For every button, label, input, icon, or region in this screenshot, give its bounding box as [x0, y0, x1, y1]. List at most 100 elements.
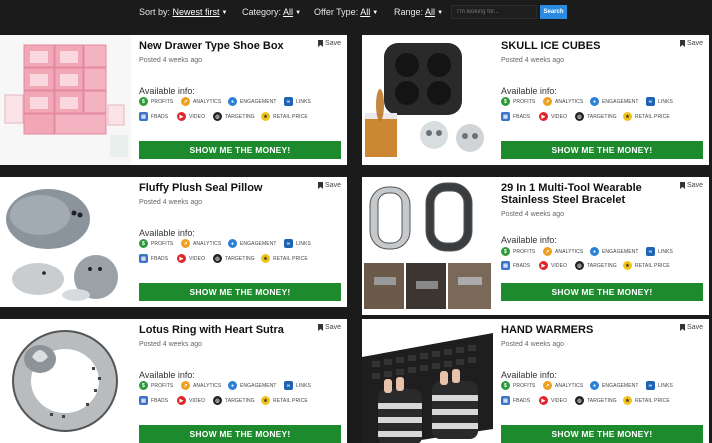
product-title[interactable]: New Drawer Type Shoe Box [139, 40, 309, 52]
fbads-item: ▤ FBADS [501, 112, 530, 121]
video-label: VIDEO [189, 397, 206, 404]
play-icon: ▶ [177, 254, 186, 263]
play-icon: ▶ [177, 112, 186, 121]
links-item: ∞ LINKS [284, 381, 311, 390]
ads-chart-icon: ▤ [139, 254, 148, 263]
save-button[interactable]: Save [680, 40, 703, 47]
profits-item: $ PROFITS [139, 381, 173, 390]
bookmark-icon [318, 40, 324, 47]
filter-bar: Sort by: Newest first ▼ Category: All ▼ Of… [0, 0, 712, 26]
product-image[interactable] [0, 319, 131, 443]
save-label: Save [325, 182, 341, 189]
info-row-2: ▤ FBADS ▶ VIDEO ◎ TARGETING ★ RETAIL PRICE [501, 112, 706, 122]
fbads-item: ▤ FBADS [139, 112, 168, 121]
category-filter[interactable]: Category: All ▼ [242, 7, 301, 17]
available-info-label: Available info: [139, 86, 195, 96]
targeting-item: ◎ TARGETING [213, 396, 255, 405]
fbads-label: FBADS [151, 397, 169, 404]
link-icon: ∞ [646, 381, 655, 390]
save-button[interactable]: Save [318, 40, 341, 47]
sort-value[interactable]: Newest first [173, 7, 220, 17]
product-title[interactable]: SKULL ICE CUBES [501, 40, 671, 52]
product-title[interactable]: Fluffy Plush Seal Pillow [139, 182, 309, 194]
posted-date: Posted 4 weeks ago [139, 199, 203, 206]
video-label: VIDEO [189, 113, 206, 120]
offer-type-label: Offer Type: [314, 7, 359, 17]
save-button[interactable]: Save [318, 324, 341, 331]
search-button[interactable]: Search [540, 5, 567, 19]
product-image[interactable] [0, 35, 131, 165]
search-input[interactable] [451, 5, 537, 19]
show-me-the-money-button[interactable]: SHOW ME THE MONEY! [501, 283, 703, 301]
show-me-the-money-button[interactable]: SHOW ME THE MONEY! [501, 425, 703, 443]
chart-icon: ↗ [543, 381, 552, 390]
targeting-label: TARGETING [225, 255, 255, 262]
dollar-icon: $ [501, 97, 510, 106]
target-icon: ◎ [575, 396, 584, 405]
info-row-1: $ PROFITS ↗ ANALYTICS ● ENGAGEMENT ∞ LINKS [139, 97, 344, 107]
product-card: HAND WARMERS Save Posted 4 weeks ago Ava… [362, 319, 709, 443]
links-item: ∞ LINKS [646, 381, 673, 390]
links-item: ∞ LINKS [284, 97, 311, 106]
bookmark-icon [318, 182, 324, 189]
analytics-item: ↗ ANALYTICS [543, 247, 583, 256]
save-button[interactable]: Save [318, 182, 341, 189]
play-icon: ▶ [177, 396, 186, 405]
available-info-label: Available info: [501, 86, 557, 96]
analytics-label: ANALYTICS [555, 248, 584, 255]
save-button[interactable]: Save [680, 182, 703, 189]
target-icon: ◎ [575, 112, 584, 121]
offer-type-caret-icon[interactable]: ▼ [372, 10, 378, 16]
show-me-the-money-button[interactable]: SHOW ME THE MONEY! [139, 283, 341, 301]
profits-item: $ PROFITS [139, 239, 173, 248]
product-card: Fluffy Plush Seal Pillow Save Posted 4 w… [0, 177, 347, 307]
category-label: Category: [242, 7, 282, 17]
bookmark-icon [680, 182, 686, 189]
sort-filter[interactable]: Sort by: Newest first ▼ [139, 7, 228, 17]
retail-price-item: ★ RETAIL PRICE [261, 112, 308, 121]
range-caret-icon[interactable]: ▼ [437, 10, 443, 16]
targeting-item: ◎ TARGETING [213, 254, 255, 263]
ads-chart-icon: ▤ [139, 396, 148, 405]
link-icon: ∞ [646, 247, 655, 256]
chart-icon: ↗ [181, 97, 190, 106]
product-image[interactable] [362, 177, 493, 315]
range-filter[interactable]: Range: All ▼ [394, 7, 443, 17]
product-title[interactable]: HAND WARMERS [501, 324, 671, 336]
posted-date: Posted 4 weeks ago [139, 57, 203, 64]
analytics-item: ↗ ANALYTICS [543, 97, 583, 106]
target-icon: ◎ [213, 396, 222, 405]
product-image[interactable] [362, 35, 493, 165]
info-row-1: $ PROFITS ↗ ANALYTICS ● ENGAGEMENT ∞ LINKS [139, 239, 344, 249]
available-info-label: Available info: [501, 235, 557, 245]
product-image[interactable] [0, 177, 131, 307]
ads-chart-icon: ▤ [139, 112, 148, 121]
save-button[interactable]: Save [680, 324, 703, 331]
link-icon: ∞ [646, 97, 655, 106]
category-caret-icon[interactable]: ▼ [295, 10, 301, 16]
fbads-label: FBADS [151, 113, 169, 120]
profits-item: $ PROFITS [139, 97, 173, 106]
link-icon: ∞ [284, 381, 293, 390]
links-item: ∞ LINKS [646, 247, 673, 256]
sort-caret-icon[interactable]: ▼ [222, 10, 228, 16]
drop-icon: ● [228, 239, 237, 248]
dollar-icon: $ [139, 97, 148, 106]
product-title[interactable]: Lotus Ring with Heart Sutra [139, 324, 309, 336]
show-me-the-money-button[interactable]: SHOW ME THE MONEY! [139, 141, 341, 159]
product-title[interactable]: 29 In 1 Multi-Tool Wearable Stainless St… [501, 182, 671, 206]
offer-type-value[interactable]: All [360, 7, 370, 17]
video-item: ▶ VIDEO [177, 396, 205, 405]
show-me-the-money-button[interactable]: SHOW ME THE MONEY! [501, 141, 703, 159]
video-item: ▶ VIDEO [539, 396, 567, 405]
product-card: New Drawer Type Shoe Box Save Posted 4 w… [0, 35, 347, 165]
range-value[interactable]: All [425, 7, 435, 17]
bookmark-icon [680, 40, 686, 47]
retail-price-label: RETAIL PRICE [273, 397, 308, 404]
target-icon: ◎ [213, 112, 222, 121]
product-image[interactable] [362, 319, 493, 443]
show-me-the-money-button[interactable]: SHOW ME THE MONEY! [139, 425, 341, 443]
category-value[interactable]: All [283, 7, 293, 17]
offer-type-filter[interactable]: Offer Type: All ▼ [314, 7, 378, 17]
info-row-2: ▤ FBADS ▶ VIDEO ◎ TARGETING ★ RETAIL PRICE [139, 112, 344, 122]
